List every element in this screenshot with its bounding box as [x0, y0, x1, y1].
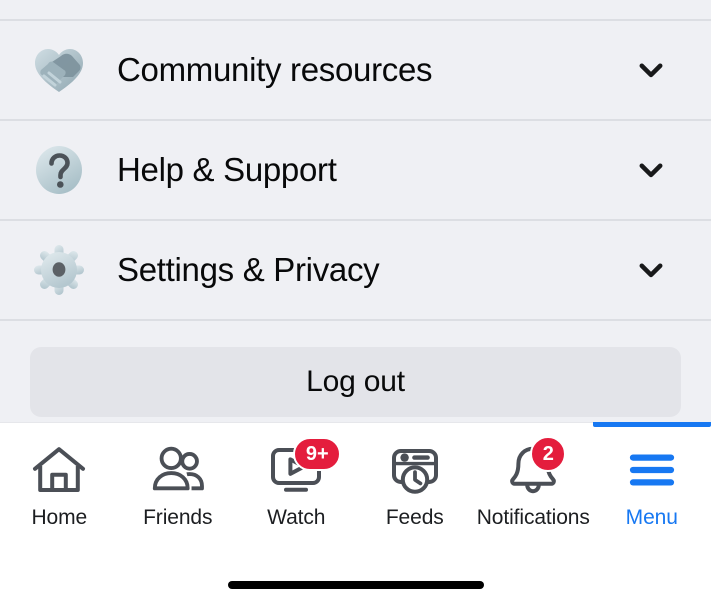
chevron-down-icon[interactable] [631, 150, 671, 190]
tab-notifications[interactable]: 2 Notifications [474, 423, 593, 570]
log-out-button[interactable]: Log out [30, 347, 681, 417]
watch-icon: 9+ [265, 437, 342, 499]
menu-row-label: Settings & Privacy [117, 251, 380, 288]
menu-row-label: Community resources [117, 51, 433, 88]
tab-feeds[interactable]: Feeds [356, 423, 475, 570]
tab-label: Friends [143, 506, 213, 529]
tab-menu[interactable]: Menu [592, 422, 711, 570]
feeds-icon [384, 441, 446, 499]
tab-watch[interactable]: 9+ Watch [237, 423, 356, 570]
home-indicator-bar[interactable] [227, 581, 484, 589]
menu-row-settings-and-privacy[interactable]: Settings & Privacy [0, 221, 711, 319]
question-mark-circle-icon [30, 141, 88, 199]
tab-label: Home [31, 506, 88, 529]
home-indicator-area [0, 570, 711, 600]
hamburger-menu-icon [621, 441, 683, 499]
facebook-menu-screen: Community resources Help & Support Setti… [0, 0, 711, 600]
logout-container: Log out [0, 321, 711, 417]
active-tab-indicator [592, 422, 711, 427]
chevron-down-icon[interactable] [631, 250, 671, 290]
home-icon [28, 441, 90, 499]
tab-label: Watch [267, 506, 326, 529]
menu-row-help-and-support[interactable]: Help & Support [0, 121, 711, 219]
notifications-badge: 2 [530, 436, 567, 472]
tab-label: Menu [625, 506, 678, 529]
menu-row-community-resources[interactable]: Community resources [0, 21, 711, 119]
menu-list: Community resources Help & Support Setti… [0, 21, 711, 321]
bottom-tab-bar: Home Friends 9+ Watch Feeds 2 Notificati… [0, 422, 711, 570]
friends-icon [147, 441, 209, 499]
tab-label: Feeds [385, 506, 444, 529]
watch-badge: 9+ [293, 437, 342, 471]
tab-label: Notifications [476, 506, 590, 529]
tab-friends[interactable]: Friends [119, 423, 238, 570]
bell-icon: 2 [502, 436, 567, 499]
chevron-down-icon[interactable] [631, 50, 671, 90]
gear-icon [30, 241, 88, 299]
top-strip [0, 0, 711, 19]
menu-row-label: Help & Support [117, 151, 337, 188]
handshake-heart-icon [30, 41, 88, 99]
tab-home[interactable]: Home [0, 423, 119, 570]
